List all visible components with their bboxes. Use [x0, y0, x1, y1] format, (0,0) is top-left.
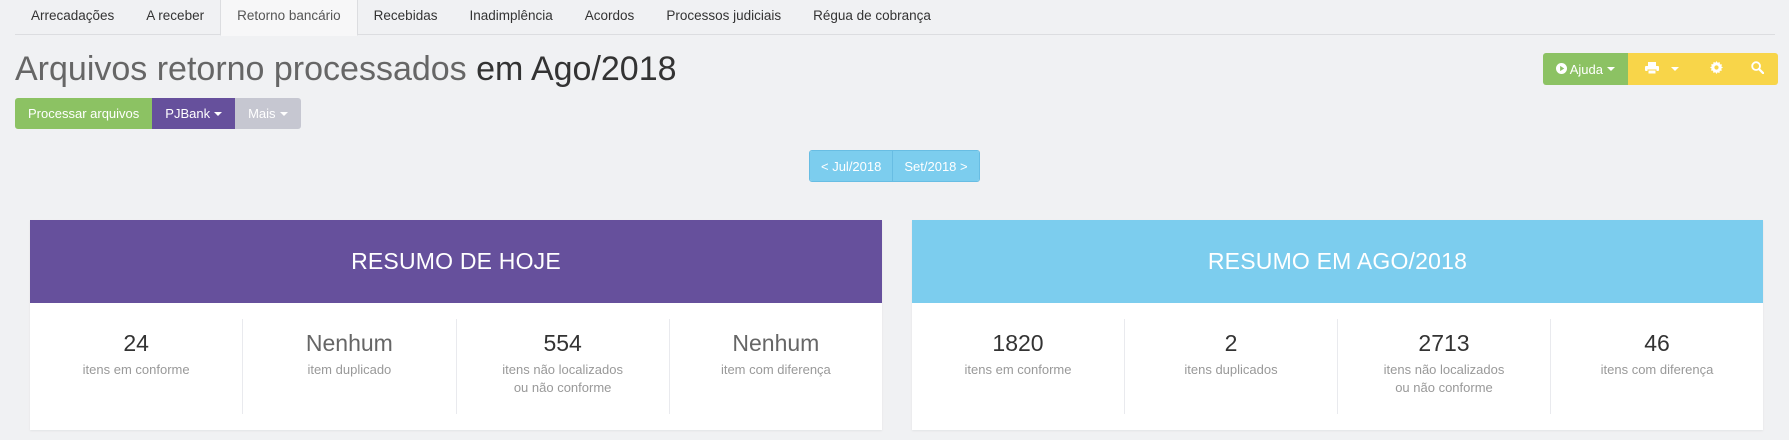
play-circle-icon — [1555, 62, 1567, 77]
stat-duplicated: Nenhum item duplicado — [242, 319, 455, 414]
stat-label: item duplicado — [307, 362, 392, 377]
tab-acordos[interactable]: Acordos — [569, 0, 651, 34]
tab-bar: Arrecadações A receber Retorno bancário … — [15, 0, 1775, 36]
stat-value: 2 — [1224, 330, 1238, 356]
today-summary-panel: RESUMO DE HOJE 24 itens em conforme Nenh… — [30, 220, 882, 430]
tab-inadimplencia[interactable]: Inadimplência — [453, 0, 568, 34]
settings-button[interactable] — [1696, 53, 1737, 85]
page-title-main: Arquivos retorno processados — [15, 50, 467, 88]
stat-label: itens não localizados ou não conforme — [1383, 362, 1505, 395]
stat-value: 24 — [123, 330, 149, 356]
help-button[interactable]: Ajuda — [1542, 53, 1628, 85]
action-buttons: Processar arquivos PJBank Mais — [15, 98, 301, 129]
bank-label: PJBank — [165, 106, 211, 121]
stat-value: 554 — [543, 330, 582, 356]
stat-with-difference: 46 itens com diferença — [1550, 319, 1763, 414]
more-label: Mais — [248, 106, 276, 121]
chevron-down-icon — [1671, 67, 1679, 71]
month-summary-panel: RESUMO EM AGO/2018 1820 itens em conform… — [912, 220, 1763, 430]
chevron-down-icon — [1607, 67, 1615, 71]
stat-with-difference: Nenhum item com diferença — [668, 319, 882, 414]
month-navigation: < Jul/2018 Set/2018 > — [809, 150, 980, 182]
next-month-button[interactable]: Set/2018 > — [892, 151, 979, 181]
stat-label: itens em conforme — [964, 362, 1072, 377]
gear-icon — [1710, 61, 1723, 77]
tab-retorno-bancario[interactable]: Retorno bancário — [220, 0, 358, 36]
help-label: Ajuda — [1569, 61, 1603, 77]
chevron-down-icon — [279, 111, 288, 116]
tab-recebidas[interactable]: Recebidas — [358, 0, 454, 34]
bank-dropdown-button[interactable]: PJBank — [152, 98, 236, 129]
more-dropdown-button[interactable]: Mais — [235, 98, 301, 129]
stat-value: Nenhum — [732, 330, 820, 356]
stat-duplicated: 2 itens duplicados — [1124, 319, 1337, 414]
stat-label: itens com diferença — [1600, 362, 1714, 377]
stat-not-found: 2713 itens não localizados ou não confor… — [1337, 319, 1550, 414]
stat-value: Nenhum — [305, 330, 393, 356]
page-title: Arquivos retorno processados em Ago/2018 — [15, 50, 677, 89]
process-files-button[interactable]: Processar arquivos — [15, 98, 153, 129]
stat-label: itens em conforme — [82, 362, 190, 377]
print-icon — [1645, 61, 1659, 77]
prev-month-button[interactable]: < Jul/2018 — [810, 151, 893, 181]
month-summary-title: RESUMO EM AGO/2018 — [912, 220, 1763, 303]
search-icon — [1751, 61, 1765, 77]
stat-label: itens duplicados — [1184, 362, 1278, 377]
tab-regua-de-cobranca[interactable]: Régua de cobrança — [797, 0, 947, 34]
stat-label: item com diferença — [720, 362, 831, 377]
page-title-period: em Ago/2018 — [476, 50, 677, 88]
toolbar: Ajuda — [1542, 53, 1778, 85]
today-summary-title: RESUMO DE HOJE — [30, 220, 882, 303]
stat-value: 1820 — [992, 330, 1044, 356]
tab-processos-judiciais[interactable]: Processos judiciais — [650, 0, 797, 34]
search-button[interactable] — [1737, 53, 1778, 85]
chevron-down-icon — [214, 111, 223, 116]
stat-conforming: 1820 itens em conforme — [912, 319, 1124, 414]
tab-a-receber[interactable]: A receber — [130, 0, 220, 34]
tab-arrecadacoes[interactable]: Arrecadações — [15, 0, 130, 34]
stat-value: 46 — [1644, 330, 1670, 356]
stat-conforming: 24 itens em conforme — [30, 319, 242, 414]
stat-label: itens não localizados ou não conforme — [502, 362, 623, 395]
today-stats: 24 itens em conforme Nenhum item duplica… — [30, 303, 882, 430]
stat-not-found: 554 itens não localizados ou não conform… — [455, 319, 669, 414]
stat-value: 2713 — [1418, 330, 1470, 356]
month-stats: 1820 itens em conforme 2 itens duplicado… — [912, 303, 1763, 430]
print-button[interactable] — [1628, 53, 1696, 85]
